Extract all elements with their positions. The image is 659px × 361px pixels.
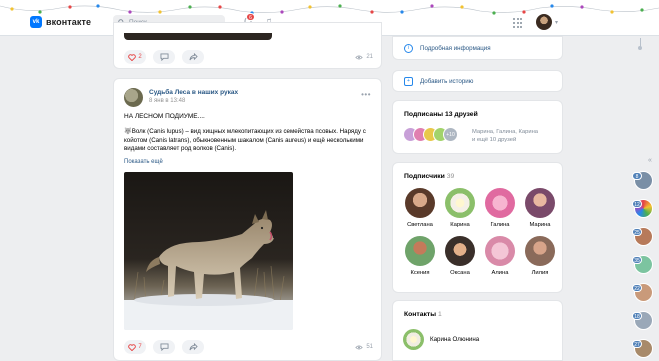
friends-subscribed-card[interactable]: Подписаны 13 друзей +10 Марина, Галина, … bbox=[392, 100, 563, 154]
subscriber-item[interactable]: Карина bbox=[440, 188, 480, 228]
eye-icon bbox=[355, 345, 364, 349]
friends-names: Марина, Галина, Карина и ещё 10 друзей bbox=[472, 129, 539, 143]
user-avatar[interactable] bbox=[536, 14, 552, 30]
chat-badge: 27 bbox=[632, 340, 642, 348]
like-button[interactable]: 7 bbox=[124, 340, 146, 354]
subscriber-item[interactable]: Оксана bbox=[440, 236, 480, 276]
like-count: 7 bbox=[138, 344, 142, 350]
apps-grid-icon[interactable] bbox=[513, 18, 523, 28]
post-image-bottom bbox=[124, 33, 272, 40]
chat-badge: 18 bbox=[632, 312, 642, 320]
subscribers-grid: Светлана Карина Галина Марина Ксения Окс… bbox=[400, 188, 560, 276]
chevron-down-icon[interactable]: ▾ bbox=[555, 19, 558, 26]
chat-badge: 22 bbox=[632, 284, 642, 292]
contact-name: Карина Олюнина bbox=[430, 336, 480, 343]
share-button[interactable] bbox=[182, 50, 204, 64]
story-add-icon: + bbox=[404, 76, 413, 86]
subscribers-count: 39 bbox=[446, 173, 455, 180]
like-count: 2 bbox=[138, 54, 142, 60]
chat-badge: 12 bbox=[632, 200, 642, 208]
vk-logo-icon: vk bbox=[30, 16, 42, 28]
contact-item[interactable]: Карина Олюнина bbox=[403, 329, 479, 350]
wolf-photo[interactable] bbox=[124, 172, 293, 330]
comment-button[interactable] bbox=[153, 50, 175, 64]
vk-logo[interactable]: vk вконтакте bbox=[30, 16, 91, 28]
friends-title: Подписаны 13 друзей bbox=[404, 111, 478, 118]
subscribers-title[interactable]: Подписчики 39 bbox=[404, 173, 454, 180]
subscriber-item[interactable]: Алина bbox=[480, 236, 520, 276]
contact-avatar bbox=[403, 329, 424, 350]
chat-badge: 25 bbox=[632, 228, 642, 236]
wall-post: Судьба Леса в наших руках 8 янв в 13:48 … bbox=[113, 78, 382, 361]
info-card: i Подробная информация bbox=[392, 36, 563, 60]
contacts-title: Контакты 1 bbox=[404, 311, 442, 318]
contacts-card: Контакты 1 Карина Олюнина bbox=[392, 300, 563, 361]
post-actions: 2 bbox=[124, 50, 204, 64]
show-more-link[interactable]: Показать ещё bbox=[124, 159, 163, 165]
wolf-image bbox=[124, 172, 293, 330]
heart-icon bbox=[128, 53, 137, 61]
post-title: НА ЛЕСНОМ ПОДИУМЕ.... bbox=[124, 113, 205, 120]
scroll-dot bbox=[638, 46, 642, 50]
notifications-badge: 6 bbox=[246, 13, 255, 21]
post-actions: 7 bbox=[124, 340, 204, 354]
garland-decoration bbox=[0, 4, 659, 15]
heart-icon bbox=[128, 343, 137, 351]
like-button[interactable]: 2 bbox=[124, 50, 146, 64]
collapse-chats-icon[interactable]: « bbox=[648, 157, 652, 164]
contacts-count: 1 bbox=[437, 311, 442, 318]
subscriber-item[interactable]: Лилия bbox=[520, 236, 560, 276]
views-counter: 21 bbox=[355, 54, 373, 60]
detailed-info-link[interactable]: i Подробная информация bbox=[393, 37, 562, 59]
post-time[interactable]: 8 янв в 13:48 bbox=[149, 98, 185, 104]
comment-icon bbox=[160, 343, 168, 351]
subscriber-item[interactable]: Галина bbox=[480, 188, 520, 228]
info-icon: i bbox=[404, 43, 413, 53]
subscriber-item[interactable]: Ксения bbox=[400, 236, 440, 276]
group-avatar[interactable] bbox=[124, 88, 143, 107]
share-icon bbox=[189, 53, 198, 61]
logo-text: вконтакте bbox=[46, 17, 92, 27]
subscribers-card: Подписчики 39 Светлана Карина Галина Мар… bbox=[392, 162, 563, 293]
friends-more-badge: +10 bbox=[443, 127, 458, 142]
share-button[interactable] bbox=[182, 340, 204, 354]
views-counter: 51 bbox=[355, 344, 373, 350]
share-icon bbox=[189, 343, 198, 351]
post-text: 🐺Волк (Canis lupus) – вид хищных млекопи… bbox=[124, 128, 366, 153]
previous-post: 2 21 bbox=[113, 22, 382, 69]
group-name-link[interactable]: Судьба Леса в наших руках bbox=[149, 89, 238, 96]
subscriber-item[interactable]: Марина bbox=[520, 188, 560, 228]
subscriber-item[interactable]: Светлана bbox=[400, 188, 440, 228]
more-options-icon[interactable]: ••• bbox=[361, 90, 371, 99]
chat-badge: 8 bbox=[632, 172, 642, 180]
add-story-link[interactable]: + Добавить историю bbox=[393, 71, 562, 91]
chat-badge: 35 bbox=[632, 256, 642, 264]
story-card: + Добавить историю bbox=[392, 70, 563, 92]
comment-button[interactable] bbox=[153, 340, 175, 354]
eye-icon bbox=[355, 55, 364, 59]
comment-icon bbox=[160, 53, 168, 61]
